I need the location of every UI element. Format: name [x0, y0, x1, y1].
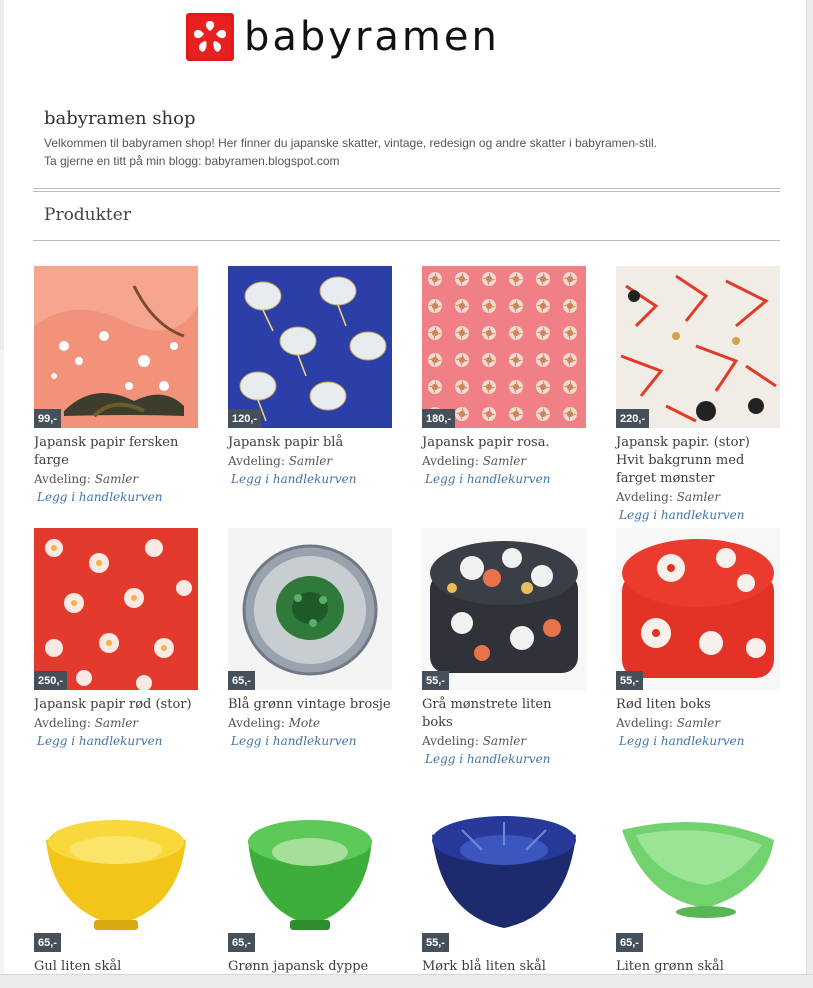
product-name[interactable]: Rød liten boks [616, 696, 780, 714]
product-card: 65,- Liten grønn skål [616, 790, 780, 976]
brand-name: babyramen [244, 14, 500, 60]
product-department: Avdeling: Samler [422, 452, 586, 470]
price-badge: 180,- [422, 409, 456, 428]
department-value[interactable]: Samler [483, 734, 526, 748]
department-label: Avdeling: [228, 716, 285, 730]
product-department: Avdeling: Samler [228, 452, 392, 470]
product-name[interactable]: Japansk papir blå [228, 434, 392, 452]
price-badge: 65,- [228, 933, 255, 952]
product-department: Avdeling: Samler [616, 488, 780, 506]
price-badge: 65,- [34, 933, 61, 952]
product-card: 55,- Mørk blå liten skål [422, 790, 586, 976]
product-card: 55,- Rød liten boks Avdeling: Samler Leg… [616, 528, 780, 750]
blog-link-text: Ta gjerne en titt på min blogg: babyrame… [44, 154, 340, 168]
price-badge: 55,- [422, 671, 449, 690]
product-image[interactable]: 65,- [616, 790, 780, 952]
price-badge: 99,- [34, 409, 61, 428]
add-to-cart-link[interactable]: Legg i handlekurven [616, 506, 780, 524]
product-department: Avdeling: Mote [228, 714, 392, 732]
flower-logo-icon [186, 13, 234, 61]
add-to-cart-link[interactable]: Legg i handlekurven [422, 750, 586, 768]
product-name[interactable]: Japansk papir fersken farge [34, 434, 198, 470]
shop-intro: Velkommen til babyramen shop! Her finner… [44, 134, 784, 170]
price-badge: 250,- [34, 671, 68, 690]
department-value[interactable]: Samler [95, 472, 138, 486]
product-card: 250,- Japansk papir rød (stor) Avdeling:… [34, 528, 198, 750]
product-image[interactable]: 250,- [34, 528, 198, 690]
product-image[interactable]: 55,- [422, 528, 586, 690]
price-badge: 220,- [616, 409, 650, 428]
product-department: Avdeling: Samler [34, 714, 198, 732]
department-value[interactable]: Samler [677, 716, 720, 730]
department-label: Avdeling: [228, 454, 285, 468]
product-name[interactable]: Japansk papir rosa. [422, 434, 586, 452]
department-value[interactable]: Samler [677, 490, 720, 504]
divider [33, 240, 780, 241]
intro-text: Velkommen til babyramen shop! Her finner… [44, 136, 657, 150]
product-name[interactable]: Japansk papir. (stor) Hvit bakgrunn med … [616, 434, 780, 488]
page-border [806, 0, 807, 987]
price-badge: 65,- [616, 933, 643, 952]
product-card: 220,- Japansk papir. (stor) Hvit bakgrun… [616, 266, 780, 524]
product-department: Avdeling: Samler [422, 732, 586, 750]
product-card: 65,- Blå grønn vintage brosje Avdeling: … [228, 528, 392, 750]
product-department: Avdeling: Samler [34, 470, 198, 488]
add-to-cart-link[interactable]: Legg i handlekurven [34, 732, 198, 750]
product-image[interactable]: 55,- [616, 528, 780, 690]
product-image[interactable]: 65,- [228, 528, 392, 690]
product-card: 120,- Japansk papir blå Avdeling: Samler… [228, 266, 392, 488]
add-to-cart-link[interactable]: Legg i handlekurven [228, 470, 392, 488]
page-edge [0, 350, 4, 987]
price-badge: 120,- [228, 409, 262, 428]
add-to-cart-link[interactable]: Legg i handlekurven [34, 488, 198, 506]
department-value[interactable]: Samler [95, 716, 138, 730]
browser-bottom-bar [0, 974, 813, 988]
product-image[interactable]: 99,- [34, 266, 198, 428]
product-name[interactable]: Japansk papir rød (stor) [34, 696, 198, 714]
department-label: Avdeling: [34, 472, 91, 486]
product-image[interactable]: 65,- [34, 790, 198, 952]
product-grid: 99,- Japansk papir fersken farge Avdelin… [34, 266, 780, 987]
product-card: 65,- Gul liten skål [34, 790, 198, 976]
department-label: Avdeling: [34, 716, 91, 730]
section-title: Produkter [44, 205, 131, 225]
product-image[interactable]: 220,- [616, 266, 780, 428]
price-badge: 65,- [228, 671, 255, 690]
product-name[interactable]: Blå grønn vintage brosje [228, 696, 392, 714]
product-card: 65,- Grønn japansk dyppe skål [228, 790, 392, 987]
product-department: Avdeling: Samler [616, 714, 780, 732]
price-badge: 55,- [616, 671, 643, 690]
add-to-cart-link[interactable]: Legg i handlekurven [422, 470, 586, 488]
shop-title: babyramen shop [44, 108, 196, 129]
add-to-cart-link[interactable]: Legg i handlekurven [228, 732, 392, 750]
department-value[interactable]: Samler [483, 454, 526, 468]
department-value[interactable]: Samler [289, 454, 332, 468]
site-header[interactable]: babyramen [186, 10, 500, 64]
department-label: Avdeling: [422, 454, 479, 468]
product-card: 55,- Grå mønstrete liten boks Avdeling: … [422, 528, 586, 768]
product-image[interactable]: 120,- [228, 266, 392, 428]
product-card: 180,- Japansk papir rosa. Avdeling: Saml… [422, 266, 586, 488]
department-label: Avdeling: [616, 716, 673, 730]
price-badge: 55,- [422, 933, 449, 952]
product-image[interactable]: 55,- [422, 790, 586, 952]
product-image[interactable]: 65,- [228, 790, 392, 952]
product-card: 99,- Japansk papir fersken farge Avdelin… [34, 266, 198, 506]
department-label: Avdeling: [422, 734, 479, 748]
product-image[interactable]: 180,- [422, 266, 586, 428]
divider [33, 188, 780, 192]
product-name[interactable]: Grå mønstrete liten boks [422, 696, 586, 732]
department-value[interactable]: Mote [289, 716, 320, 730]
add-to-cart-link[interactable]: Legg i handlekurven [616, 732, 780, 750]
department-label: Avdeling: [616, 490, 673, 504]
